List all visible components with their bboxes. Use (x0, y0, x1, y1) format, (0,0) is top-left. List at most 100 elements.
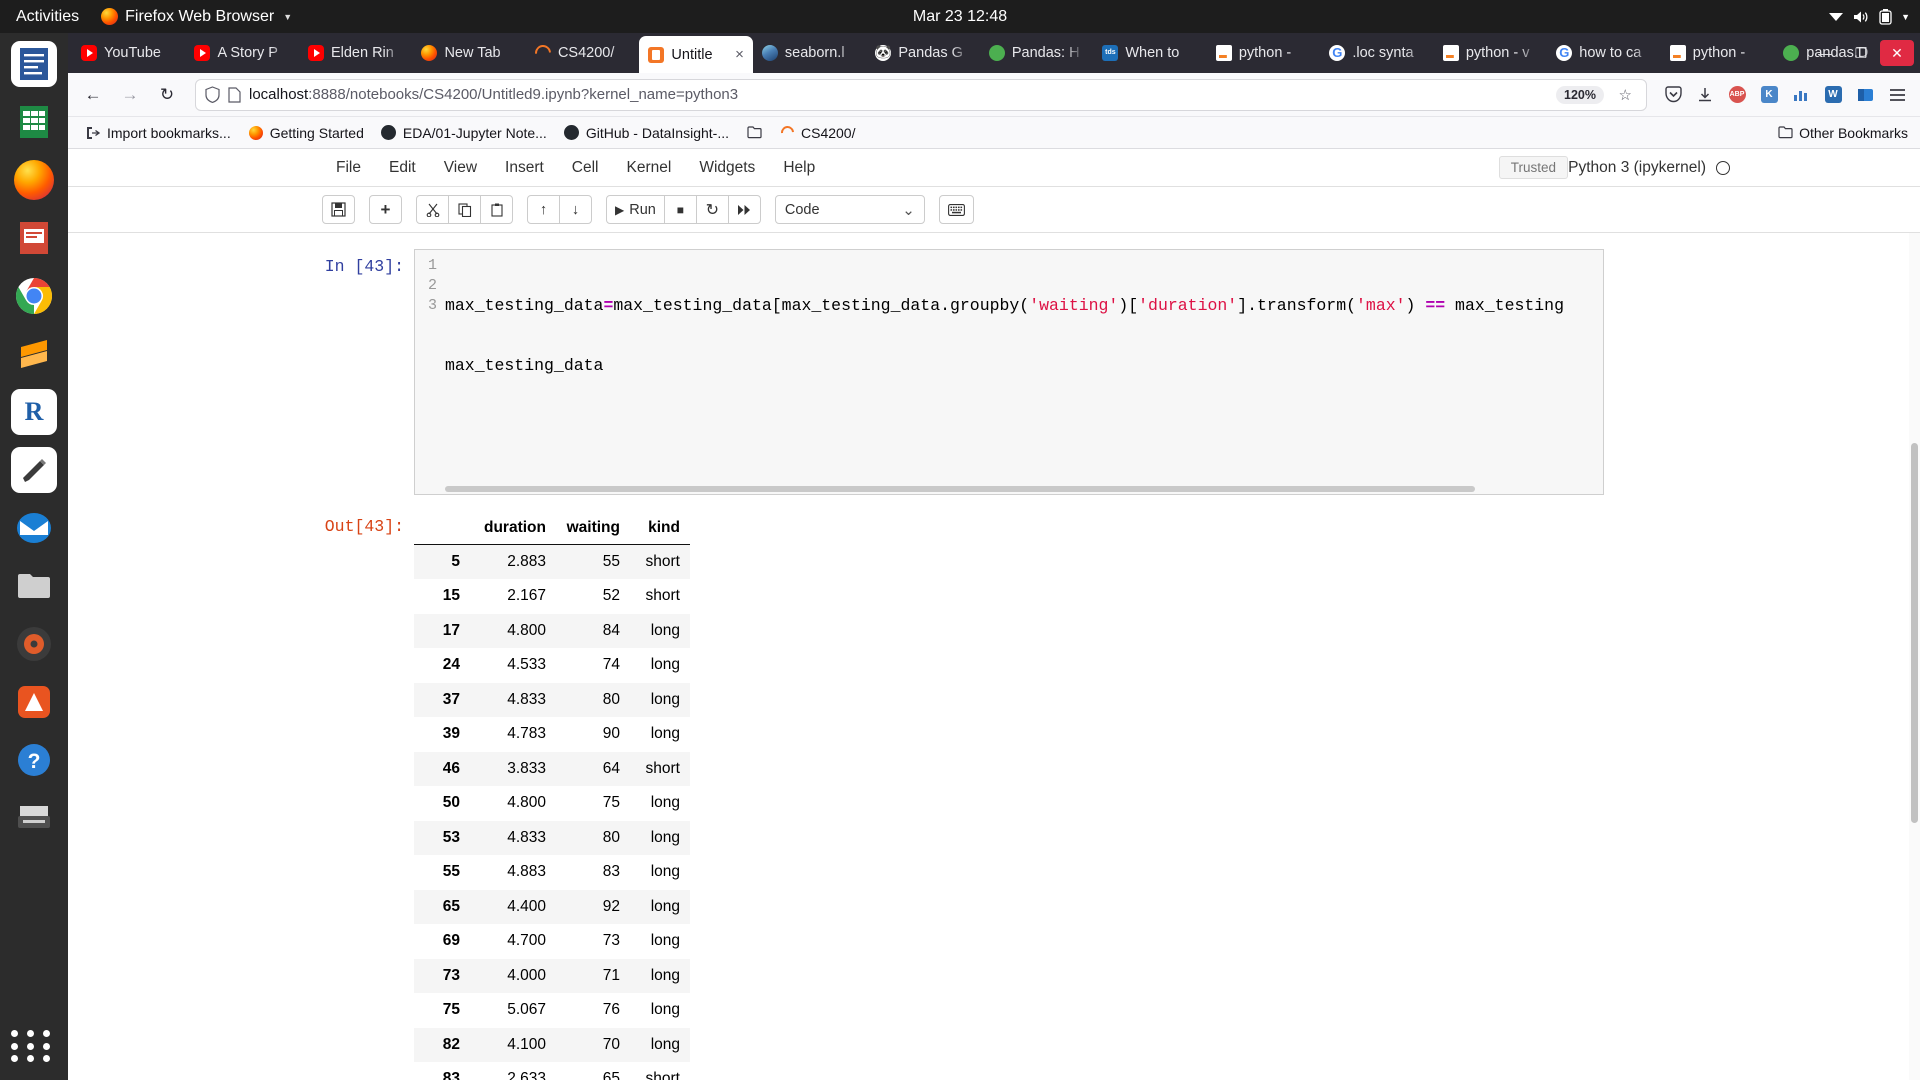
navigation-toolbar: ← → ↻ localhost:8888/notebooks/CS4200/Un… (68, 73, 1920, 117)
move-cell-up-button[interactable]: ↑ (527, 195, 560, 224)
menu-file[interactable]: File (322, 153, 375, 183)
pocket-icon[interactable] (1658, 80, 1688, 110)
code-text[interactable]: max_testing_data=max_testing_data[max_te… (445, 256, 1603, 476)
tab-pandas-g[interactable]: Pandas G (866, 36, 979, 70)
tab-elden-ring[interactable]: Elden Rin (299, 36, 412, 70)
account-icon[interactable] (1850, 80, 1880, 110)
cell-kind: long (650, 897, 680, 915)
dock-item-chrome[interactable] (11, 273, 57, 319)
dock-item-thunderbird[interactable] (11, 505, 57, 551)
code-editor[interactable]: 1 2 3 max_testing_data=max_testing_data[… (414, 249, 1604, 495)
downloads-icon[interactable] (1690, 80, 1720, 110)
insert-cell-below-button[interactable]: + (369, 195, 402, 224)
kernel-indicator[interactable]: Python 3 (ipykernel) (1568, 159, 1730, 177)
page-scrollbar-thumb[interactable] (1911, 443, 1918, 823)
address-bar[interactable]: localhost:8888/notebooks/CS4200/Untitled… (195, 78, 1647, 111)
dock-item-text-editor[interactable] (11, 447, 57, 493)
trusted-badge[interactable]: Trusted (1498, 156, 1568, 179)
tab-youtube[interactable]: YouTube (72, 36, 185, 70)
menu-help[interactable]: Help (769, 153, 829, 183)
menu-insert[interactable]: Insert (491, 153, 558, 183)
close-window-button[interactable]: ✕ (1880, 40, 1914, 66)
dock-item-firefox[interactable] (11, 157, 57, 203)
dock-item-libreoffice-impress[interactable] (11, 215, 57, 261)
code-cell[interactable]: In [43]: 1 2 3 max_testing_data=max_test… (322, 249, 1720, 495)
dock-item-libreoffice-calc[interactable] (11, 99, 57, 145)
chevron-down-icon: ⌄ (902, 201, 915, 219)
tab-python-1[interactable]: python - (1207, 36, 1320, 70)
reload-button[interactable]: ↻ (150, 79, 184, 111)
notebook-icon (648, 46, 665, 63)
table-row: 75 5.067 76 long (414, 993, 690, 1027)
notebook-scroll-area[interactable]: In [43]: 1 2 3 max_testing_data=max_test… (68, 233, 1920, 1080)
dock-item-libreoffice-writer[interactable] (11, 41, 57, 87)
bookmark-eda-jupyter-note[interactable]: EDA/01-Jupyter Note... (374, 122, 554, 144)
tab-python-3[interactable]: python - (1661, 36, 1774, 70)
table-row: 50 4.800 75 long (414, 786, 690, 820)
command-palette-button[interactable] (938, 195, 974, 224)
tab-untitled9[interactable]: Untitle × (639, 36, 753, 73)
tab-loc-syntax[interactable]: .loc synta (1320, 36, 1433, 70)
insert-cell-group: + (369, 195, 402, 224)
tab-new-tab[interactable]: New Tab (412, 36, 525, 70)
app-menu-firefox[interactable]: Firefox Web Browser ▼ (93, 8, 300, 26)
activities-button[interactable]: Activities (0, 8, 93, 26)
system-tray[interactable]: ▼ (1828, 8, 1910, 25)
menu-edit[interactable]: Edit (375, 153, 430, 183)
save-button[interactable] (322, 195, 355, 224)
dock-item-files[interactable] (11, 563, 57, 609)
dock-item-scanner[interactable] (11, 795, 57, 841)
extension-w-icon[interactable]: W (1818, 80, 1848, 110)
zoom-level-badge[interactable]: 120% (1556, 85, 1604, 104)
code-horizontal-scrollbar[interactable] (415, 484, 1603, 494)
menu-cell[interactable]: Cell (558, 153, 613, 183)
menu-kernel[interactable]: Kernel (613, 153, 686, 183)
dock-item-rhythmbox[interactable] (11, 621, 57, 667)
bookmark-getting-started[interactable]: Getting Started (241, 122, 371, 144)
interrupt-kernel-button[interactable]: ■ (663, 195, 697, 224)
menu-widgets[interactable]: Widgets (685, 153, 769, 183)
bookmark-star-icon[interactable]: ☆ (1619, 86, 1632, 104)
restart-and-run-all-button[interactable] (727, 195, 761, 224)
dock-item-rstudio[interactable]: R (11, 389, 57, 435)
tab-cs4200[interactable]: CS4200/ (526, 36, 639, 70)
dock-item-sublime-text[interactable] (11, 331, 57, 377)
tab-pandas-h[interactable]: Pandas: H (980, 36, 1093, 70)
move-cell-down-button[interactable]: ↓ (559, 195, 592, 224)
bookmark-folder-icon-item[interactable] (739, 122, 769, 144)
menu-view[interactable]: View (430, 153, 491, 183)
minimize-button[interactable]: — (1808, 40, 1842, 66)
extension-k-icon[interactable]: K (1754, 80, 1784, 110)
tab-seaborn[interactable]: seaborn.l (753, 36, 866, 70)
bookmark-cs4200[interactable]: CS4200/ (772, 122, 862, 144)
tab-how-to-ca[interactable]: how to ca (1547, 36, 1660, 70)
back-button[interactable]: ← (76, 79, 110, 111)
run-cell-button[interactable]: ▶ Run (606, 195, 665, 224)
menu-icon[interactable] (1882, 80, 1912, 110)
tab-label: Pandas G (898, 45, 963, 61)
forward-button[interactable]: → (113, 79, 147, 111)
extension-stats-icon[interactable] (1786, 80, 1816, 110)
cut-cell-button[interactable] (416, 195, 449, 224)
bookmark-import-bookmarks[interactable]: Import bookmarks... (78, 122, 238, 144)
tab-a-story-p[interactable]: A Story P (185, 36, 298, 70)
clock[interactable]: Mar 23 12:48 (913, 8, 1007, 26)
cell-type-select[interactable]: Code ⌄ (774, 195, 925, 224)
seaborn-icon (761, 45, 778, 61)
page-scrollbar[interactable] (1909, 233, 1920, 1080)
paste-cell-button[interactable] (480, 195, 513, 224)
dock-item-ubuntu-software[interactable] (11, 679, 57, 725)
tab-when-to[interactable]: tds When to (1093, 36, 1206, 70)
restart-kernel-button[interactable]: ↻ (695, 195, 729, 224)
adblock-icon[interactable]: ABP (1722, 80, 1752, 110)
close-icon[interactable]: × (735, 47, 744, 62)
dock-item-help[interactable]: ? (11, 737, 57, 783)
code-line-2: max_testing_data (445, 356, 604, 375)
tab-python-2[interactable]: python - v (1434, 36, 1547, 70)
show-applications-button[interactable] (11, 1030, 55, 1064)
folder-icon (746, 125, 762, 141)
other-bookmarks-button[interactable]: Other Bookmarks (1777, 125, 1908, 141)
copy-cell-button[interactable] (448, 195, 481, 224)
bookmark-github-datainsight[interactable]: GitHub - DataInsight-... (557, 122, 736, 144)
maximize-button[interactable]: ❐ (1844, 40, 1878, 66)
